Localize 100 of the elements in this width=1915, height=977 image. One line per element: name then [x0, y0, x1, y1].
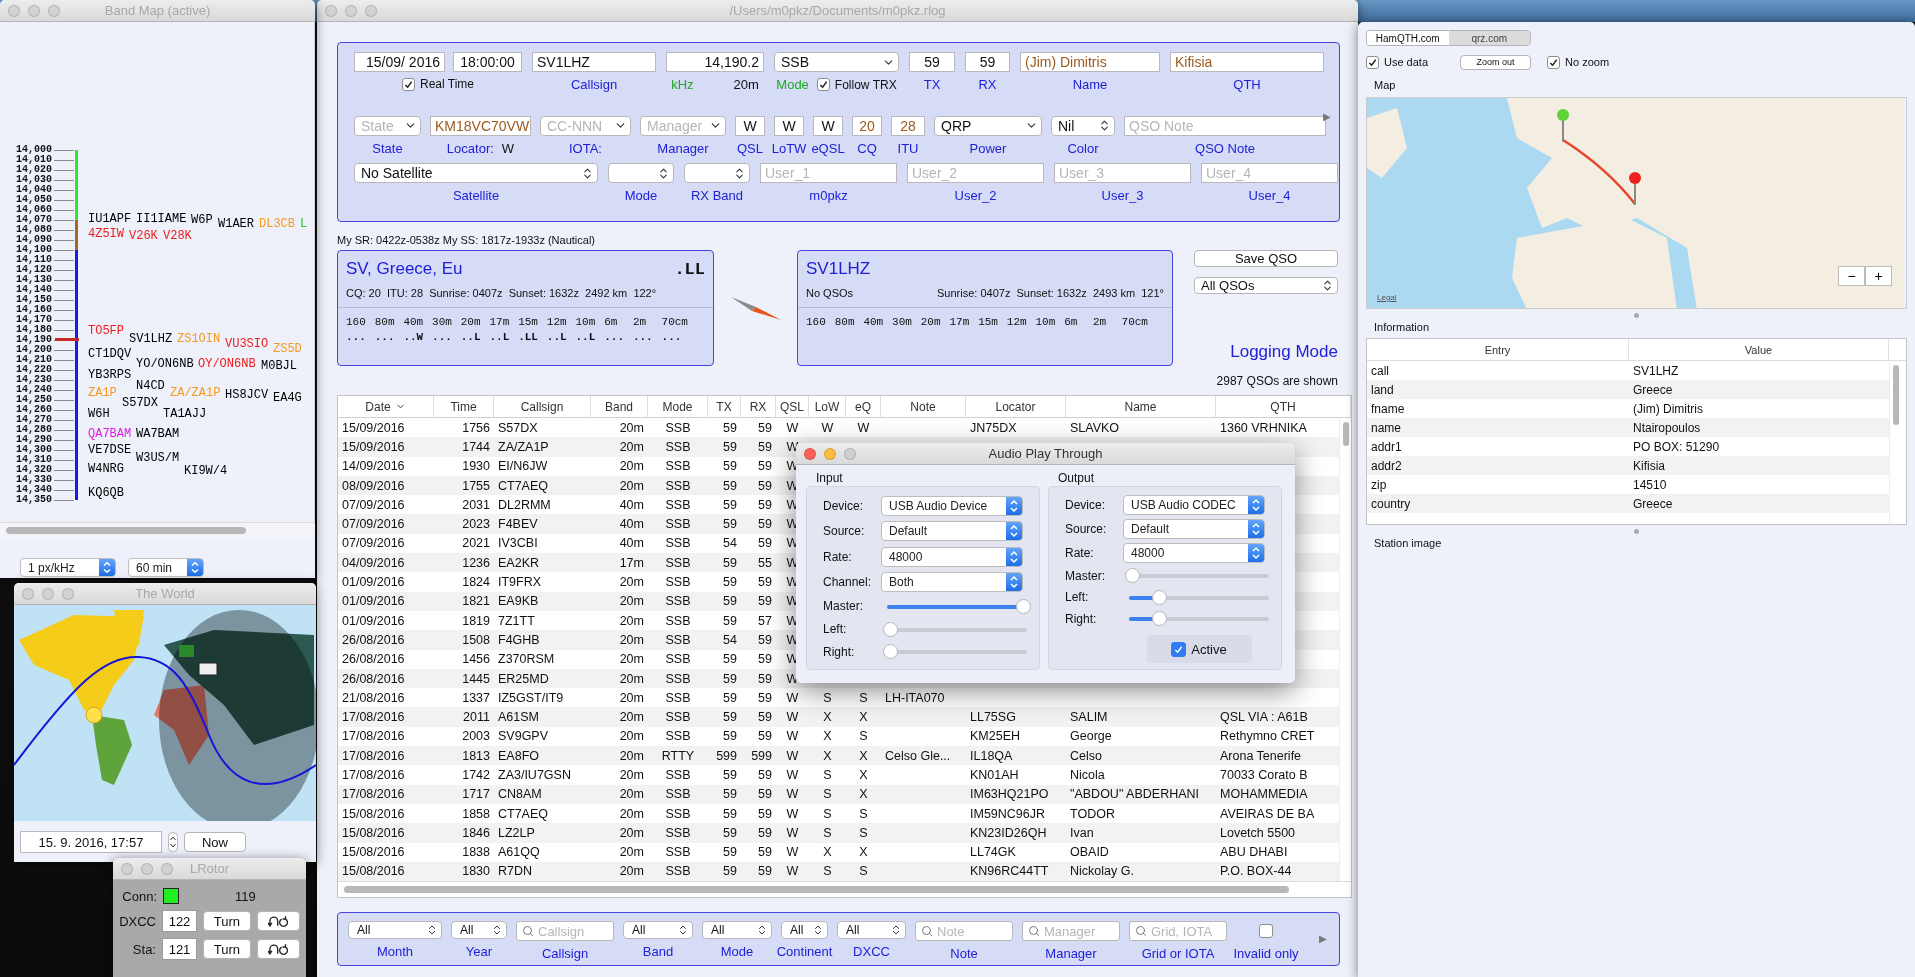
table-cell-text: 20m [618, 709, 645, 727]
band-status: ..L [546, 331, 568, 343]
table-cell-text: 599 [715, 747, 738, 765]
band-label: 160 [346, 316, 367, 328]
field-label: Left: [823, 622, 848, 637]
table-cell-text: S [822, 824, 833, 842]
table-cell-text: Celso [1069, 747, 1103, 765]
table-cell-text: ABU DHABI [1219, 844, 1289, 862]
table-cell-text: CT7AEQ [497, 805, 549, 823]
field-label: User_4 [1248, 188, 1291, 204]
callsign-title: SV1LHZ [806, 259, 871, 279]
table-cell-text: EI/N6JW [497, 458, 549, 476]
table-cell-text: 59 [722, 438, 738, 456]
table-cell-text: 1824 [461, 574, 491, 591]
band-label: 10m [1035, 316, 1057, 328]
table-cell-text: 17/08/2016 [341, 709, 406, 727]
table-cell-text: 26/08/2016 [341, 651, 406, 669]
table-cell-text: 20m [618, 612, 645, 630]
table-cell-text: IT9FRX [497, 574, 543, 591]
table-cell-text: Ivan [1069, 824, 1095, 842]
table-cell-text: 40m [618, 535, 645, 553]
field-label: RX Band [690, 188, 743, 204]
band-label: 17m [489, 316, 511, 328]
field-value: W [501, 140, 515, 156]
table-cell-text: W [820, 419, 835, 437]
section-title: Output [1058, 471, 1096, 486]
field-label: Rate: [823, 549, 853, 564]
table-cell-text: 15/08/2016 [341, 824, 406, 842]
band-label: 10m [575, 316, 597, 328]
frequency-label: 14,090 [15, 235, 52, 245]
table-cell-text: 59 [757, 593, 773, 611]
table-cell-text: 15/08/2016 [341, 805, 406, 823]
table-cell-text: 1821 [461, 593, 491, 611]
table-cell-text: 15/09/2016 [341, 419, 406, 437]
table-cell-text: S [858, 728, 869, 746]
field-label: Satellite [452, 188, 500, 204]
frequency-label: 14,110 [15, 255, 52, 265]
band-status: ..L [489, 331, 511, 343]
table-cell-text: 20m [618, 767, 645, 784]
band-label: 40m [863, 316, 885, 328]
table-cell-text: S [858, 863, 869, 881]
country-title: SV, Greece, Eu [346, 259, 463, 279]
table-cell-text: LZ2LP [497, 824, 536, 842]
table-cell-text: 1813 [461, 747, 491, 765]
table-cell-text: 20m [618, 786, 645, 804]
table-cell-text: 1508 [461, 631, 491, 649]
table-cell-text: EA2KR [497, 554, 540, 572]
table-cell-text: SSB [664, 863, 692, 881]
field-label: State [372, 140, 403, 156]
table-cell-text: 20m [618, 844, 645, 862]
filter-label: Invalid only [1233, 946, 1299, 962]
table-cell-text: SSB [664, 535, 692, 553]
table-cell-text: 59 [722, 863, 738, 881]
field-label: Color [1067, 140, 1099, 156]
table-cell-text: 59 [757, 805, 773, 823]
table-cell-text: W [785, 767, 800, 784]
table-cell-text: SSB [664, 728, 692, 746]
band-label: 15m [518, 316, 539, 328]
table-cell-text: 15/09/2016 [341, 438, 406, 456]
table-cell-text: SV1LHZ [1632, 362, 1680, 380]
frequency-label: 14,310 [15, 455, 52, 465]
table-cell-text: CN8AM [497, 786, 543, 804]
band-label: 80m [834, 316, 856, 328]
filter-label: Grid or IOTA [1141, 946, 1215, 962]
filter-label: Band [642, 944, 674, 960]
table-cell-text: 20m [618, 631, 645, 649]
table-cell-text: W [785, 786, 800, 804]
table-cell-text: 04/09/2016 [341, 554, 406, 572]
table-cell-text: 1846 [461, 824, 491, 842]
filter-label: Callsign [541, 946, 589, 962]
table-cell-text: DL2RMM [497, 496, 552, 514]
table-cell-text: addr1 [1370, 438, 1403, 456]
table-cell-text: 07/09/2016 [341, 496, 406, 514]
filter-label: Year [465, 944, 493, 960]
table-cell-text: SSB [664, 824, 692, 842]
table-cell-text: IV3CBI [497, 535, 539, 553]
table-cell-text: 59 [757, 689, 773, 707]
table-cell-text: fname [1370, 400, 1406, 418]
table-cell-text: 59 [757, 535, 773, 553]
table-cell-text: P.O. BOX-44 [1219, 863, 1293, 881]
table-cell-text: 01/09/2016 [341, 574, 406, 591]
table-cell-text: 1755 [461, 477, 491, 495]
table-cell-text: S [858, 805, 869, 823]
field-label: Left: [1065, 590, 1090, 605]
table-cell-text: Z370RSM [497, 651, 556, 669]
table-cell-text: AVEIRAS DE BA [1219, 805, 1316, 823]
field-label: RX [978, 77, 997, 92]
table-cell-text: 26/08/2016 [341, 631, 406, 649]
table-cell-text: QSL VIA : A61B [1219, 709, 1309, 727]
table-cell-text: 2011 [462, 709, 491, 727]
table-cell-text: 20m [618, 651, 645, 669]
band-status: ... [632, 331, 654, 343]
confirmation-marker: .LL [674, 259, 705, 279]
table-cell-text: 26/08/2016 [341, 670, 406, 688]
table-cell-text: 2031 [461, 496, 491, 514]
frequency-label: 14,260 [15, 405, 52, 415]
table-cell-text: 1744 [461, 438, 491, 456]
frequency-label: 14,120 [15, 265, 52, 275]
window-title: /Users/m0pkz/Documents/m0pkz.rlog [728, 3, 947, 18]
field-label: Rate: [1065, 546, 1095, 561]
